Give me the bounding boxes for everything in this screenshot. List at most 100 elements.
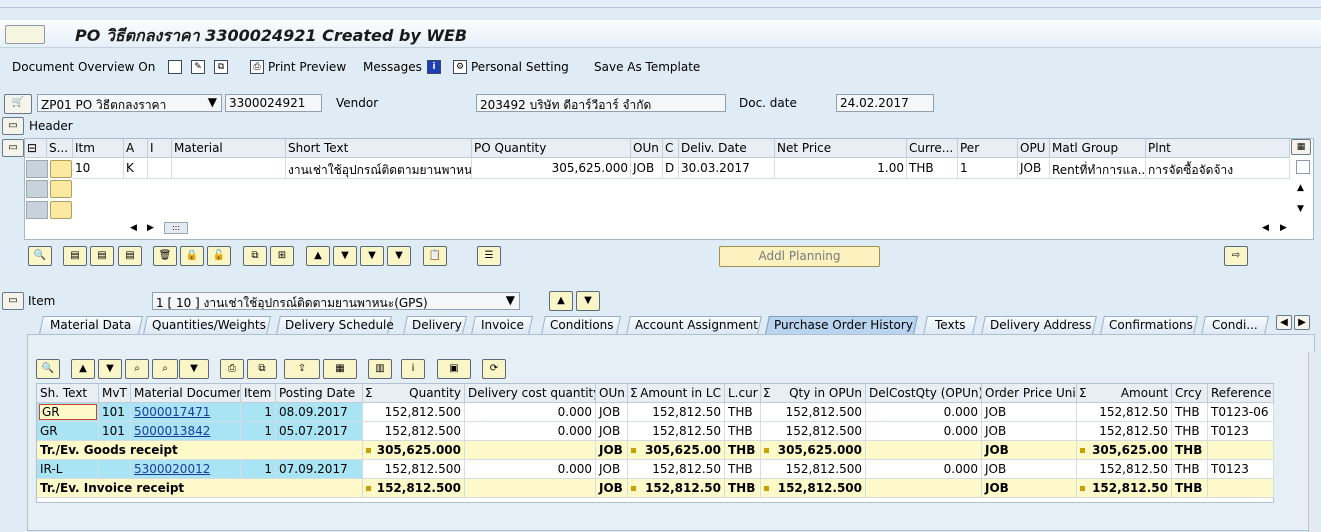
- cell-sh-text[interactable]: GR: [37, 422, 99, 441]
- tab-invoice[interactable]: Invoice: [471, 316, 533, 334]
- sum-lcur[interactable]: THB: [725, 441, 761, 460]
- cell-quantity[interactable]: 152,812.500: [363, 460, 465, 479]
- save-as-template-button[interactable]: Save As Template: [594, 60, 700, 74]
- tabs-scroll-left-icon[interactable]: ◀: [1276, 315, 1292, 330]
- col-opu[interactable]: OPU: [1018, 139, 1050, 158]
- add-line-icon[interactable]: ▤: [63, 246, 87, 266]
- col-plnt[interactable]: Plnt: [1146, 139, 1290, 158]
- cell-crcy[interactable]: THB: [1172, 460, 1208, 479]
- cell-delivery-cost-quantity[interactable]: 0.000: [465, 422, 596, 441]
- col-matl-group[interactable]: Matl Group: [1050, 139, 1146, 158]
- hcol-delcostqty-opun[interactable]: DelCostQty (OPUn): [866, 384, 982, 403]
- tab-delivery[interactable]: Delivery: [403, 316, 467, 334]
- cell-mvt[interactable]: 101: [99, 403, 131, 422]
- export-icon[interactable]: ⇨: [1224, 246, 1248, 266]
- cell-oun[interactable]: JOB: [596, 460, 628, 479]
- cell-reference[interactable]: T0123-06: [1208, 403, 1274, 422]
- hcol-material-document[interactable]: Material Document: [131, 384, 241, 403]
- hcol-amount-lc[interactable]: Σ Amount in LC: [628, 384, 725, 403]
- col-po-quantity[interactable]: PO Quantity: [472, 139, 631, 158]
- messages-button[interactable]: Messages: [363, 60, 422, 74]
- cell-net-price[interactable]: 1.00: [775, 159, 907, 179]
- vendor-field[interactable]: 203492 บริษัท ดีอาร์วีอาร์ จำกัด: [476, 94, 726, 112]
- tab-purchase-order-history[interactable]: Purchase Order History: [765, 316, 918, 334]
- hcol-oun[interactable]: OUn: [596, 384, 628, 403]
- scroll-left-icon[interactable]: ◀: [1262, 223, 1269, 233]
- print-preview-icon[interactable]: ⎙: [250, 60, 264, 74]
- next-item-button[interactable]: ▼: [576, 291, 600, 311]
- hcol-reference[interactable]: Reference: [1208, 384, 1274, 403]
- col-s[interactable]: S...: [47, 139, 73, 158]
- tab-delivery-address[interactable]: Delivery Address: [981, 316, 1097, 334]
- sum-amount-lc[interactable]: 305,625.00: [628, 441, 725, 460]
- cell-amount[interactable]: 152,812.50: [1077, 403, 1172, 422]
- item-select[interactable]: 1 [ 10 ] งานเช่าใช้อุปกรณ์ติดตามยานพาหนะ…: [152, 292, 520, 310]
- cell-material-document[interactable]: 5300020012: [131, 460, 241, 479]
- history-find-icon[interactable]: ⌕: [125, 359, 149, 379]
- cell-lcur[interactable]: THB: [725, 403, 761, 422]
- cell-delcostqty-opun[interactable]: 0.000: [866, 422, 982, 441]
- sum-quantity[interactable]: 305,625.000: [363, 441, 465, 460]
- material-document-link[interactable]: 5000013842: [134, 424, 210, 438]
- lock-icon[interactable]: 🔒: [180, 246, 204, 266]
- history-export-icon[interactable]: ⇪: [284, 359, 320, 379]
- col-per[interactable]: Per: [958, 139, 1018, 158]
- col-material[interactable]: Material: [172, 139, 286, 158]
- unlock-icon[interactable]: 🔓: [207, 246, 231, 266]
- col-oun[interactable]: OUn: [631, 139, 663, 158]
- sum-amount[interactable]: 305,625.00: [1077, 441, 1172, 460]
- cell-sh-text[interactable]: IR-L: [37, 460, 99, 479]
- hcol-crcy[interactable]: Crcy: [1172, 384, 1208, 403]
- cell-crcy[interactable]: THB: [1172, 422, 1208, 441]
- sum-amount[interactable]: 152,812.50: [1077, 479, 1172, 498]
- history-refresh-icon[interactable]: ⟳: [482, 359, 506, 379]
- cell-amount[interactable]: 152,812.50: [1077, 460, 1172, 479]
- hcol-quantity[interactable]: Σ Quantity: [363, 384, 465, 403]
- cell-opu[interactable]: JOB: [1018, 159, 1050, 179]
- cell-mvt[interactable]: 101: [99, 422, 131, 441]
- document-overview-button[interactable]: Document Overview On: [12, 60, 155, 74]
- scroll-right-icon[interactable]: ▶: [147, 223, 154, 233]
- sum-lcur[interactable]: THB: [725, 479, 761, 498]
- hcol-mvt[interactable]: MvT: [99, 384, 131, 403]
- hcol-item[interactable]: Item: [241, 384, 276, 403]
- sum-reference[interactable]: [1208, 441, 1274, 460]
- history-views-icon[interactable]: ⧉: [247, 359, 277, 379]
- col-short-text[interactable]: Short Text: [286, 139, 472, 158]
- row-selector[interactable]: [26, 180, 48, 198]
- hcol-order-price-unit[interactable]: Order Price Unit: [982, 384, 1077, 403]
- material-document-link[interactable]: 5300020012: [134, 462, 210, 476]
- cell-deliv-date[interactable]: 30.03.2017: [679, 159, 775, 179]
- cell-c[interactable]: D: [663, 159, 679, 179]
- items-collapse-icon[interactable]: ▭: [2, 139, 24, 157]
- cell-amount-lc[interactable]: 152,812.50: [628, 460, 725, 479]
- cell-currency[interactable]: THB: [907, 159, 958, 179]
- sum-label[interactable]: Tr./Ev. Invoice receipt: [37, 479, 363, 498]
- hcol-amount[interactable]: Σ Amount: [1077, 384, 1172, 403]
- cell-amount[interactable]: 152,812.50: [1077, 422, 1172, 441]
- cell-oun[interactable]: JOB: [596, 422, 628, 441]
- cell-oun[interactable]: JOB: [596, 403, 628, 422]
- cell-quantity[interactable]: 152,812.500: [363, 422, 465, 441]
- cell-order-price-unit[interactable]: JOB: [982, 403, 1077, 422]
- cell-amount-lc[interactable]: 152,812.50: [628, 403, 725, 422]
- block-icon[interactable]: ⊞: [270, 246, 294, 266]
- clipboard-icon[interactable]: 📋: [423, 246, 447, 266]
- history-info-icon[interactable]: i: [401, 359, 425, 379]
- other-document-icon[interactable]: ⧉: [214, 60, 228, 74]
- cell-reference[interactable]: T0123: [1208, 460, 1274, 479]
- cell-itm[interactable]: 10: [73, 159, 124, 179]
- history-sort-asc-icon[interactable]: ▲: [71, 359, 95, 379]
- sum-dcq-opun[interactable]: [866, 479, 982, 498]
- tab-texts[interactable]: Texts: [923, 316, 977, 334]
- cell-crcy[interactable]: THB: [1172, 403, 1208, 422]
- col-i[interactable]: I: [148, 139, 172, 158]
- vertical-scrollbar[interactable]: [1308, 352, 1318, 532]
- tab-material-data[interactable]: Material Data: [39, 316, 143, 334]
- cell-delcostqty-opun[interactable]: 0.000: [866, 403, 982, 422]
- cell-amount-lc[interactable]: 152,812.50: [628, 422, 725, 441]
- header-expand-icon[interactable]: ▭: [2, 117, 24, 135]
- col-deliv-date[interactable]: Deliv. Date: [679, 139, 775, 158]
- tab-conditions[interactable]: Conditions: [541, 316, 621, 334]
- edit-pencil-icon[interactable]: ✎: [191, 60, 205, 74]
